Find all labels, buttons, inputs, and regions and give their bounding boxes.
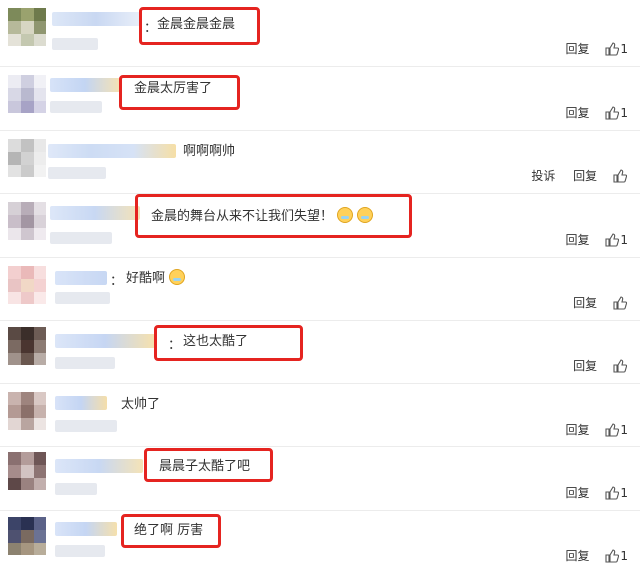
comment-item: 绝了啊 厉害 回复 1: [0, 511, 640, 566]
reply-button[interactable]: 回复: [566, 231, 590, 248]
like-count: 1: [620, 41, 628, 56]
like-button[interactable]: 1: [605, 42, 628, 56]
like-button[interactable]: [613, 168, 628, 183]
comment-item: 太帅了 回复 1: [0, 384, 640, 446]
timestamp: [55, 357, 115, 369]
timestamp: [50, 232, 112, 244]
surprised-emoji-icon: [169, 269, 186, 285]
comment-item: ： 金晨金晨金晨 回复 1: [0, 0, 640, 66]
avatar[interactable]: [8, 452, 46, 490]
comment-actions: 投诉 回复: [517, 167, 628, 185]
reply-button[interactable]: 回复: [566, 104, 590, 121]
like-count: 1: [620, 105, 628, 120]
comment-item: 金晨的舞台从来不让我们失望！ 回复 1: [0, 194, 640, 257]
comment-item: ： 好酷啊 回复: [0, 258, 640, 320]
username[interactable]: [55, 271, 107, 285]
timestamp: [55, 545, 105, 557]
comment-text: 好酷啊: [126, 269, 186, 288]
username[interactable]: [50, 206, 140, 220]
thumbs-up-icon: [613, 168, 628, 183]
like-button[interactable]: 1: [605, 423, 628, 437]
username[interactable]: [50, 78, 120, 92]
avatar[interactable]: [8, 392, 46, 430]
avatar[interactable]: [8, 517, 46, 555]
like-count: 1: [620, 422, 628, 437]
thumbs-up-icon: [605, 485, 620, 500]
username[interactable]: [55, 334, 155, 348]
comment-item: 啊啊啊帅 投诉 回复: [0, 131, 640, 193]
comment-actions: 回复 1: [552, 421, 628, 439]
reply-button[interactable]: 回复: [566, 484, 590, 501]
like-button[interactable]: 1: [605, 233, 628, 247]
timestamp: [48, 167, 106, 179]
username[interactable]: [55, 396, 107, 410]
comment-item: 晨晨子太酷了吧 回复 1: [0, 447, 640, 510]
reply-button[interactable]: 回复: [566, 40, 590, 57]
timestamp: [55, 292, 110, 304]
avatar[interactable]: [8, 202, 46, 240]
comment-text: 太帅了: [121, 397, 161, 412]
reply-button[interactable]: 回复: [573, 294, 597, 311]
timestamp: [55, 483, 97, 495]
thumbs-up-icon: [613, 358, 628, 373]
highlight-box: [154, 325, 303, 361]
like-count: 1: [620, 548, 628, 563]
like-count: 1: [620, 485, 628, 500]
highlight-box: [119, 75, 240, 110]
thumbs-up-icon: [613, 295, 628, 310]
reply-button[interactable]: 回复: [566, 547, 590, 564]
username[interactable]: [55, 459, 143, 473]
comment-actions: 回复 1: [552, 547, 628, 565]
comment-item: ： 这也太酷了 回复: [0, 321, 640, 383]
like-count: 1: [620, 232, 628, 247]
highlight-box: [121, 514, 221, 548]
avatar[interactable]: [8, 139, 46, 177]
thumbs-up-icon: [605, 232, 620, 247]
like-button[interactable]: [613, 295, 628, 310]
thumbs-up-icon: [605, 548, 620, 563]
comment-actions: 回复 1: [552, 231, 628, 249]
timestamp: [52, 38, 98, 50]
highlight-box: [135, 194, 412, 238]
thumbs-up-icon: [605, 105, 620, 120]
reply-button[interactable]: 回复: [573, 357, 597, 374]
highlight-box: [144, 448, 273, 482]
reply-button[interactable]: 回复: [566, 421, 590, 438]
username[interactable]: [55, 522, 117, 536]
comment-item: 金晨太厉害了 回复 1: [0, 67, 640, 130]
report-button[interactable]: 投诉: [531, 167, 555, 184]
avatar[interactable]: [8, 327, 46, 365]
highlight-box: [139, 7, 260, 45]
like-button[interactable]: 1: [605, 106, 628, 120]
username[interactable]: [52, 12, 140, 26]
username[interactable]: [48, 144, 176, 158]
comment-colon: ：: [110, 274, 124, 289]
thumbs-up-icon: [605, 41, 620, 56]
thumbs-up-icon: [605, 422, 620, 437]
comment-actions: 回复 1: [552, 40, 628, 58]
comment-actions: 回复: [559, 357, 628, 375]
avatar[interactable]: [8, 8, 46, 46]
comment-actions: 回复 1: [552, 104, 628, 122]
comment-text-body: 好酷啊: [126, 271, 166, 286]
like-button[interactable]: 1: [605, 549, 628, 563]
avatar[interactable]: [8, 75, 46, 113]
timestamp: [50, 101, 102, 113]
avatar[interactable]: [8, 266, 46, 304]
timestamp: [55, 420, 117, 432]
comment-text: 啊啊啊帅: [183, 144, 236, 159]
reply-button[interactable]: 回复: [573, 167, 597, 184]
comment-actions: 回复: [559, 294, 628, 312]
like-button[interactable]: 1: [605, 486, 628, 500]
comment-actions: 回复 1: [552, 484, 628, 502]
like-button[interactable]: [613, 358, 628, 373]
